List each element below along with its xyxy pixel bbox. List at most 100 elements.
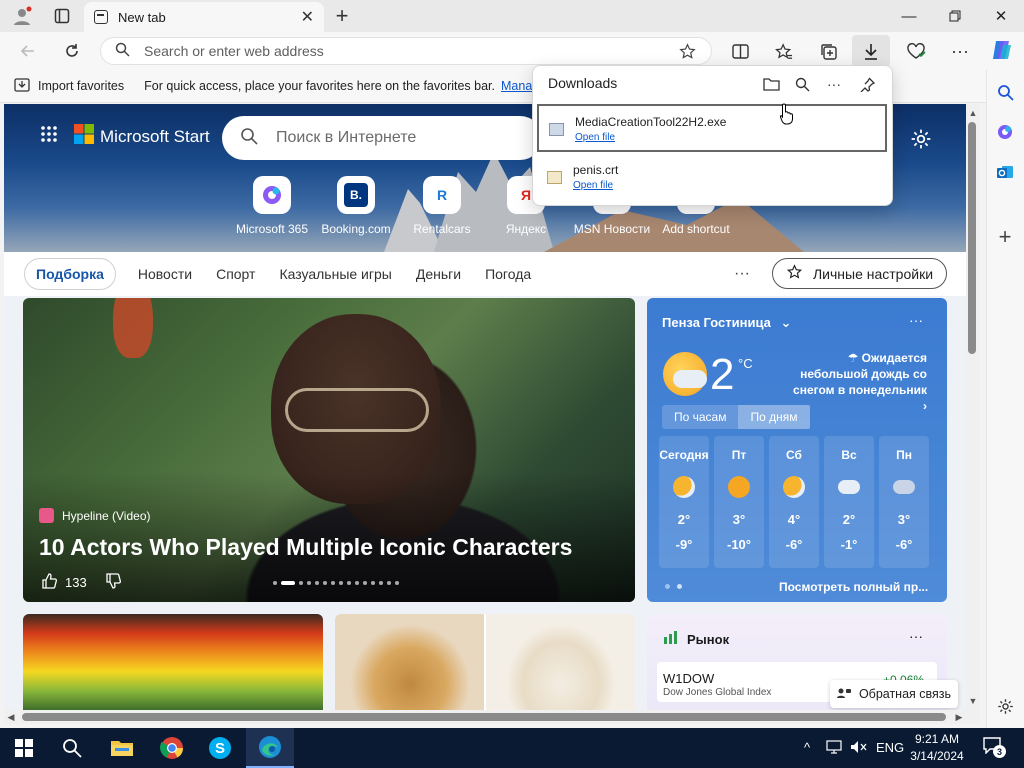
tab-money[interactable]: Деньги bbox=[416, 266, 461, 282]
pin-icon[interactable] bbox=[854, 72, 880, 96]
forecast-day[interactable]: Вс 2° -1° bbox=[824, 436, 874, 568]
quick-link-microsoft-365[interactable]: Microsoft 365 bbox=[230, 176, 314, 236]
edge-taskbar-icon[interactable] bbox=[246, 728, 294, 768]
news-card-image[interactable] bbox=[23, 614, 323, 710]
tab-novosti[interactable]: Новости bbox=[138, 266, 192, 282]
volume-muted-icon[interactable] bbox=[850, 740, 868, 757]
web-search-placeholder: Поиск в Интернете bbox=[276, 129, 417, 146]
tab-new-tab[interactable]: New tab ✕ bbox=[84, 2, 324, 32]
back-icon[interactable] bbox=[14, 38, 42, 64]
import-favorites-label: Import favorites bbox=[38, 79, 125, 93]
taskbar-clock[interactable]: 9:21 AM 3/14/2024 bbox=[902, 731, 972, 765]
article-headline[interactable]: 10 Actors Who Played Multiple Iconic Cha… bbox=[39, 534, 572, 561]
search-downloads-icon[interactable] bbox=[789, 72, 815, 96]
weather-card[interactable]: Пенза Гостиница ⌄ ··· 2 °C ☂ Ожидается н… bbox=[647, 298, 947, 602]
microsoft-start-logo[interactable]: Microsoft Start bbox=[40, 124, 210, 149]
scroll-right-arrow-icon[interactable]: ▶ bbox=[952, 710, 966, 724]
hourly-toggle[interactable]: По часам bbox=[662, 405, 738, 429]
sidebar-search-icon[interactable] bbox=[991, 80, 1019, 104]
likes-count: 133 bbox=[65, 575, 87, 590]
tab-sport[interactable]: Спорт bbox=[216, 266, 255, 282]
settings-more-icon[interactable]: ··· bbox=[946, 38, 974, 64]
tab-actions-icon[interactable] bbox=[48, 4, 76, 28]
market-menu-icon[interactable]: ··· bbox=[909, 628, 923, 644]
quick-link-booking[interactable]: B. Booking.com bbox=[314, 176, 398, 236]
notifications-icon[interactable]: 3 bbox=[982, 736, 1006, 758]
forecast-day[interactable]: Пн 3° -6° bbox=[879, 436, 929, 568]
more-tabs-icon[interactable]: ··· bbox=[734, 265, 750, 283]
tab-weather[interactable]: Погода bbox=[485, 266, 531, 282]
scroll-up-arrow-icon[interactable]: ▲ bbox=[966, 106, 980, 120]
featured-article-card[interactable]: Hypeline (Video) 10 Actors Who Played Mu… bbox=[23, 298, 635, 602]
chrome-icon[interactable] bbox=[148, 728, 196, 768]
sun-cloud-icon bbox=[783, 476, 805, 498]
forecast-day[interactable]: Пт 3° -10° bbox=[714, 436, 764, 568]
input-language[interactable]: ENG bbox=[876, 740, 904, 755]
daily-toggle[interactable]: По дням bbox=[738, 405, 810, 429]
close-window-button[interactable]: ✕ bbox=[978, 0, 1024, 32]
close-tab-icon[interactable]: ✕ bbox=[301, 7, 314, 27]
mouse-cursor bbox=[779, 103, 794, 125]
chevron-down-icon: ⌄ bbox=[780, 315, 792, 330]
more-options-icon[interactable]: ··· bbox=[821, 72, 847, 96]
downloads-button[interactable] bbox=[852, 35, 890, 67]
full-forecast-link[interactable]: Посмотреть полный пр... bbox=[779, 580, 928, 594]
import-favorites-button[interactable]: Import favorites bbox=[14, 77, 125, 95]
network-icon[interactable] bbox=[826, 740, 842, 757]
vertical-scroll-thumb[interactable] bbox=[968, 122, 976, 354]
favorites-icon[interactable] bbox=[770, 38, 798, 64]
quick-link-rentalcars[interactable]: R Rentalcars bbox=[400, 176, 484, 236]
sidebar-outlook-icon[interactable] bbox=[991, 160, 1019, 184]
forecast-day[interactable]: Сегодня 2° -9° bbox=[659, 436, 709, 568]
tab-casual-games[interactable]: Казуальные игры bbox=[279, 266, 391, 282]
download-item[interactable]: MediaCreationTool22H2.exe Open file bbox=[537, 104, 887, 152]
news-card-image[interactable] bbox=[335, 614, 635, 710]
personalize-button[interactable]: Личные настройки bbox=[772, 258, 947, 289]
start-button[interactable] bbox=[0, 728, 48, 768]
address-bar[interactable]: Search or enter web address bbox=[100, 37, 712, 65]
page-settings-gear-icon[interactable] bbox=[906, 124, 936, 154]
feed-nav-tabs: Подборка Новости Спорт Казуальные игры Д… bbox=[4, 252, 966, 296]
sidebar-m365-icon[interactable] bbox=[991, 120, 1019, 144]
forecast-day[interactable]: Сб 4° -6° bbox=[769, 436, 819, 568]
temperature-unit: °C bbox=[738, 356, 753, 371]
open-downloads-folder-icon[interactable] bbox=[758, 72, 784, 96]
carousel-dots[interactable] bbox=[273, 581, 399, 585]
thumbs-up-icon[interactable] bbox=[41, 573, 57, 592]
sparkle-star-icon bbox=[786, 264, 803, 283]
market-title: Рынок bbox=[663, 631, 729, 648]
copilot-icon[interactable] bbox=[988, 36, 1016, 64]
feedback-button[interactable]: Обратная связь bbox=[830, 680, 958, 708]
new-tab-button[interactable]: + bbox=[328, 3, 356, 28]
browser-essentials-icon[interactable] bbox=[902, 38, 930, 64]
notifications-count: 3 bbox=[993, 745, 1006, 758]
sidebar-add-button[interactable]: + bbox=[991, 224, 1019, 249]
sidebar-settings-gear-icon[interactable] bbox=[991, 694, 1019, 718]
collections-icon[interactable] bbox=[814, 38, 842, 64]
add-favorite-star-icon[interactable] bbox=[673, 38, 701, 64]
scroll-left-arrow-icon[interactable]: ◀ bbox=[4, 710, 18, 724]
file-explorer-icon[interactable] bbox=[98, 728, 146, 768]
scroll-down-arrow-icon[interactable]: ▼ bbox=[966, 694, 980, 708]
skype-icon[interactable]: S bbox=[196, 728, 244, 768]
daily-forecast: Сегодня 2° -9° Пт 3° -10° Сб 4° -6° Вс 2… bbox=[659, 436, 929, 568]
article-source[interactable]: Hypeline (Video) bbox=[39, 508, 151, 523]
open-file-link[interactable]: Open file bbox=[573, 180, 613, 191]
refresh-icon[interactable] bbox=[58, 38, 86, 64]
thumbs-down-icon[interactable] bbox=[105, 573, 121, 592]
apps-grid-icon[interactable] bbox=[40, 125, 58, 148]
split-screen-icon[interactable] bbox=[726, 38, 754, 64]
web-search-box[interactable]: Поиск в Интернете bbox=[222, 116, 542, 160]
horizontal-scroll-thumb[interactable] bbox=[22, 713, 946, 721]
weather-location[interactable]: Пенза Гостиница ⌄ bbox=[662, 315, 791, 331]
download-item[interactable]: penis.crt Open file bbox=[537, 154, 887, 202]
profile-icon[interactable] bbox=[8, 4, 36, 28]
address-placeholder: Search or enter web address bbox=[144, 43, 324, 59]
minimize-button[interactable]: — bbox=[886, 0, 932, 32]
show-hidden-icons-chevron-up-icon[interactable]: ^ bbox=[804, 740, 810, 755]
restore-button[interactable] bbox=[932, 0, 978, 32]
weather-menu-icon[interactable]: ··· bbox=[909, 312, 923, 328]
open-file-link[interactable]: Open file bbox=[575, 132, 615, 143]
taskbar-search-icon[interactable] bbox=[48, 728, 96, 768]
tab-podborka[interactable]: Подборка bbox=[24, 258, 116, 290]
